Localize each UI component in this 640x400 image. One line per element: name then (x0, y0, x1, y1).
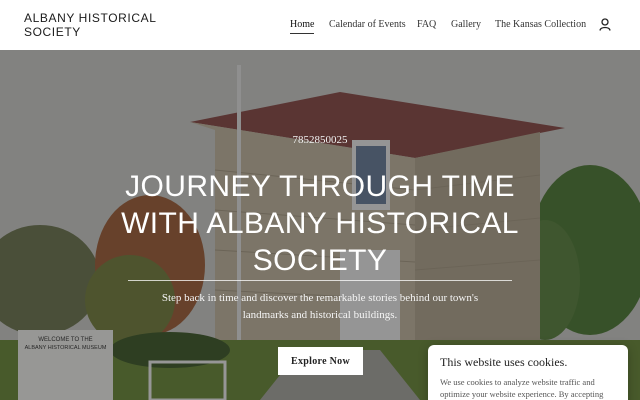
cookie-banner-title: This website uses cookies. (440, 355, 568, 369)
nav-item-kansas-collection[interactable]: The Kansas Collection (495, 19, 586, 30)
nav-item-gallery[interactable]: Gallery (451, 19, 481, 30)
site-title[interactable]: ALBANY HISTORICAL SOCIETY (24, 11, 194, 39)
cookie-banner: This website uses cookies. We use cookie… (428, 345, 628, 400)
explore-now-button[interactable]: Explore Now (278, 347, 363, 375)
hero-headline: JOURNEY THROUGH TIME WITH ALBANY HISTORI… (121, 170, 519, 277)
hero-divider (128, 280, 512, 281)
phone-number[interactable]: 7852850025 (0, 134, 640, 146)
nav-item-calendar-of-events[interactable]: Calendar of Events (329, 19, 406, 30)
main-nav: Home Calendar of Events FAQ Gallery The … (290, 19, 640, 35)
user-icon[interactable] (599, 18, 611, 31)
cookie-banner-text: We use cookies to analyze website traffi… (440, 377, 604, 399)
nav-item-home[interactable]: Home (290, 19, 315, 34)
nav-item-faq[interactable]: FAQ (417, 19, 436, 30)
site-header: ALBANY HISTORICAL SOCIETY Home Calendar … (0, 0, 640, 50)
hero-tagline: Step back in time and discover the remar… (161, 292, 479, 321)
